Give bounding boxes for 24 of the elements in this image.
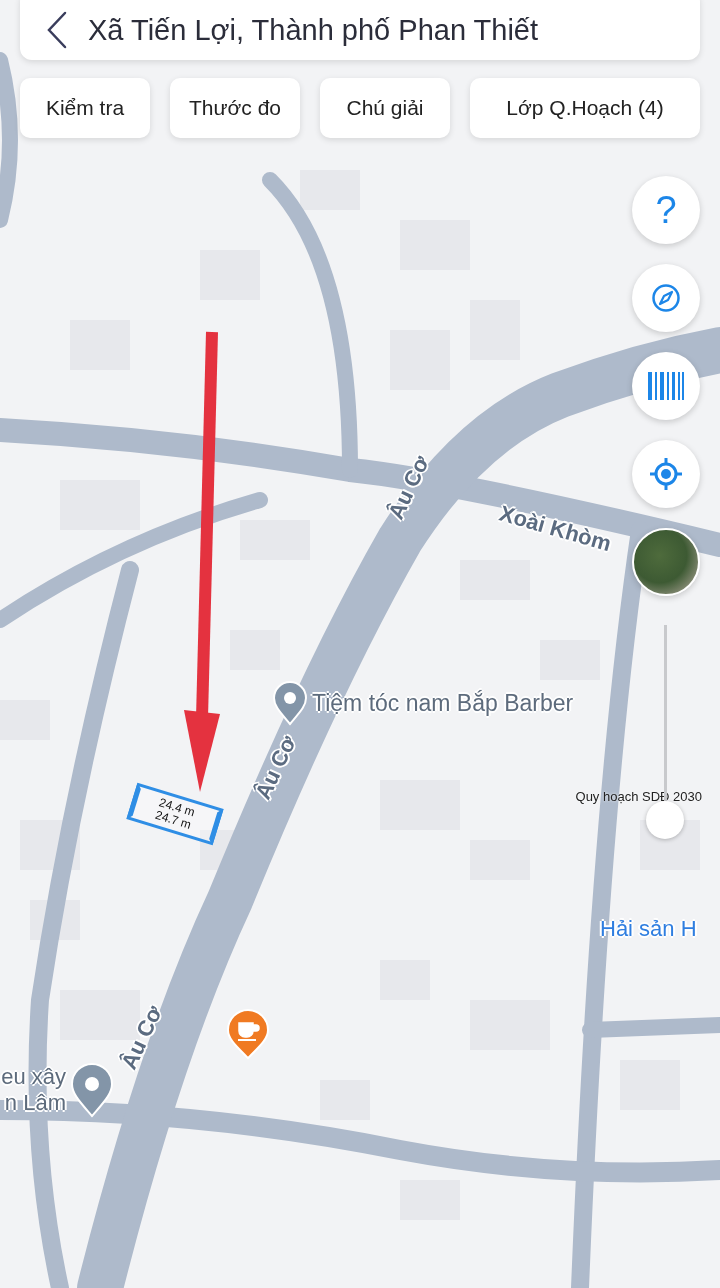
map-pin-icon[interactable] <box>272 680 308 726</box>
help-button[interactable]: ? <box>632 176 700 244</box>
toolbar-button[interactable]: Thước đo <box>170 78 300 138</box>
back-icon[interactable] <box>46 11 68 49</box>
location-title: Xã Tiến Lợi, Thành phố Phan Thiết <box>88 13 539 47</box>
map-pin-icon[interactable] <box>70 1062 114 1118</box>
crosshair-icon <box>649 457 683 491</box>
building-footprint <box>300 170 360 210</box>
place-label: eu xây <box>1 1064 66 1090</box>
locate-button[interactable] <box>632 440 700 508</box>
place-label: Hải sản H <box>600 916 697 942</box>
coffee-cup-pin-icon[interactable] <box>226 1008 270 1060</box>
barcode-button[interactable] <box>632 352 700 420</box>
street-label: Âu Cơ <box>383 451 436 524</box>
barcode-icon <box>648 372 684 400</box>
street-label: Xoài Khòm <box>496 500 615 558</box>
street-label: Âu Cơ <box>116 1001 169 1074</box>
compass-icon <box>651 283 681 313</box>
compass-button[interactable] <box>632 264 700 332</box>
toolbar-button[interactable]: Kiểm tra <box>20 78 150 138</box>
street-label: Âu Cơ <box>250 731 303 804</box>
slider-thumb[interactable] <box>646 801 684 839</box>
toolbar-button[interactable]: Lớp Q.Hoạch (4) <box>470 78 700 138</box>
toolbar-button[interactable]: Chú giải <box>320 78 450 138</box>
